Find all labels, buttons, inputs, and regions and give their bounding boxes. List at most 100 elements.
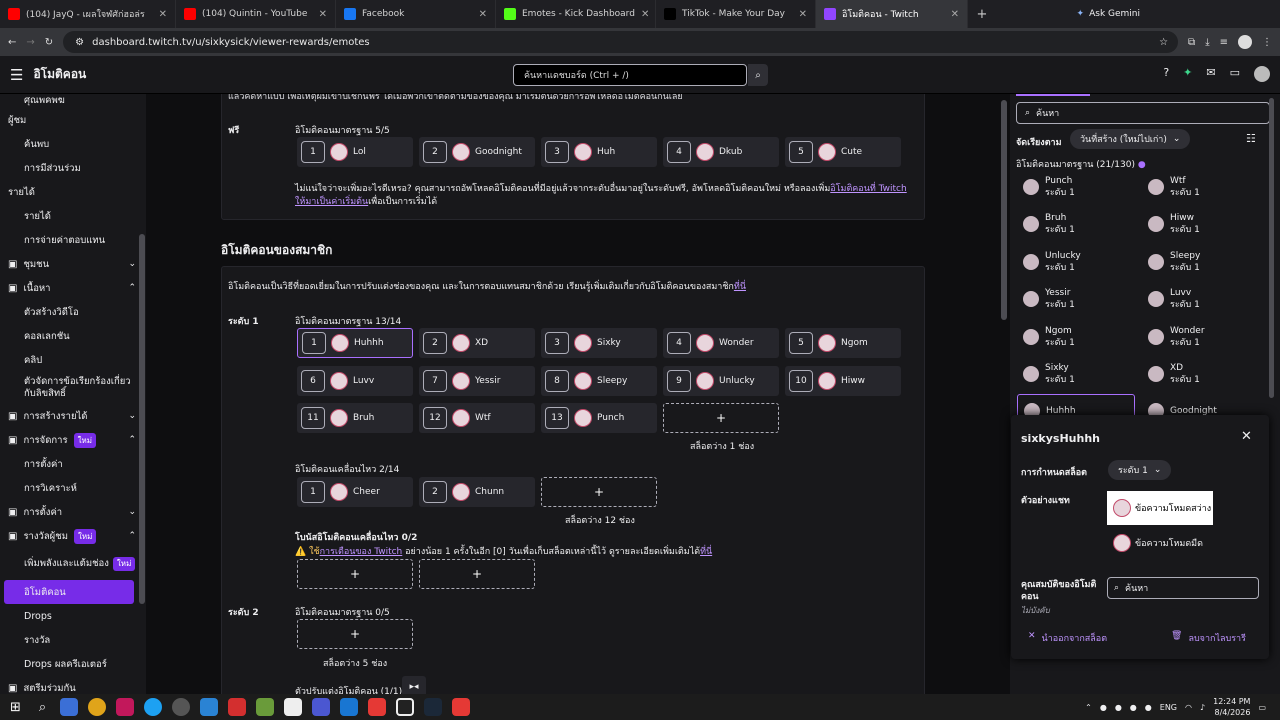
sidebar-section-4[interactable]: รายได้ [0,180,146,204]
library-emote-item[interactable]: Sixky ระดับ 1 [1017,357,1135,391]
forward-icon[interactable]: → [26,37,34,48]
twitch-alert-link[interactable]: การเตือนของ Twitch [320,547,403,557]
start-icon[interactable]: ⊞ [10,700,21,715]
library-emote-item[interactable]: Wonder ระดับ 1 [1142,320,1260,354]
tier1-emote-slot[interactable]: 13 Punch [541,403,657,433]
main-scrollbar[interactable] [1001,100,1007,320]
library-emote-item[interactable]: Punch ระดับ 1 [1017,170,1135,204]
sidebar-item-23[interactable]: Drops ผลครีเอเตอร์ [0,652,146,676]
app-icon[interactable] [452,698,471,716]
sidebar-item-9[interactable]: ตัวสร้างวิดีโอ [0,300,146,324]
app-icon[interactable] [116,698,135,716]
tier1-emote-slot[interactable]: 9 Unlucky [663,365,779,396]
library-emote-item[interactable]: Yessir ระดับ 1 [1017,282,1135,316]
library-emote-item[interactable]: Luvv ระดับ 1 [1142,282,1260,316]
download-icon[interactable]: ⤓ [1205,37,1209,48]
tier1-emote-slot[interactable]: 1 Huhhh [297,328,413,358]
sidebar-item-5[interactable]: รายได้ [0,204,146,228]
extensions-icon[interactable]: ⧉ [1188,37,1195,48]
sidebar-item-16[interactable]: การวิเคราะห์ [0,476,146,500]
ask-gemini-button[interactable]: ✦ Ask Gemini [1077,9,1140,19]
browser-tab[interactable]: อิโมติคอน - Twitch ✕ [816,0,968,28]
file-icon[interactable] [284,698,303,716]
chrome-icon[interactable] [88,698,107,716]
bonus-details-link[interactable]: ที่นี่ [700,547,712,557]
bookmark-star-icon[interactable]: ☆ [1159,37,1168,48]
volume-icon[interactable]: ♪ [1200,703,1205,712]
library-emote-item[interactable]: Hiww ระดับ 1 [1142,207,1260,241]
close-icon[interactable]: ✕ [1241,429,1252,444]
free-emote-slot[interactable]: 2 Goodnight [419,137,535,167]
bonus-empty-slot-2[interactable]: + [419,559,535,589]
close-tab-icon[interactable]: ✕ [479,9,487,20]
attributes-search-input[interactable]: ⌕ ค้นหา [1107,577,1259,599]
sidebar-item-19[interactable]: เพิ่มพลังและแต้มช่อง ใหม่ [0,548,146,580]
sidebar-item-2[interactable]: ค้นพบ [0,132,146,156]
tray-app-icon[interactable]: ● [1115,703,1122,712]
search-button[interactable]: ⌕ [748,64,768,86]
library-emote-item[interactable]: Unlucky ระดับ 1 [1017,245,1135,279]
tier1-emote-slot[interactable]: 12 Wtf [419,403,535,433]
help-icon[interactable]: ? [1163,66,1169,82]
library-emote-item[interactable]: XD ระดับ 1 [1142,357,1260,391]
back-icon[interactable]: ← [8,37,16,48]
tier1-emote-slot[interactable]: 10 Hiww [785,365,901,396]
search-icon[interactable]: ⌕ [39,700,46,715]
reload-icon[interactable]: ↻ [45,37,53,48]
free-emote-slot[interactable]: 5 Cute [785,137,901,167]
wifi-icon[interactable]: ◠ [1185,703,1192,712]
tier1-emote-slot[interactable]: 6 Luvv [297,365,413,396]
app-icon[interactable] [312,698,331,716]
close-tab-icon[interactable]: ✕ [951,9,959,20]
library-emote-item[interactable]: Ngom ระดับ 1 [1017,320,1135,354]
app-icon[interactable] [340,698,359,716]
browser-tab[interactable]: (104) JayQ - เผลใจฬศัก่ฮอล่ร ✕ [0,0,176,28]
tier1-empty-slot[interactable]: + [663,403,779,433]
learn-more-link[interactable]: ที่นี่ [734,282,746,292]
clock[interactable]: 12:24 PM 8/4/2026 [1213,696,1250,718]
tier1-emote-slot[interactable]: 8 Sleepy [541,365,657,396]
remove-from-slot-button[interactable]: ✕ นำออกจากสล็อต [1028,631,1107,645]
browser-tab[interactable]: (104) Quintin - YouTube ✕ [176,0,336,28]
browser-tab[interactable]: Emotes - Kick Dashboard ✕ [496,0,656,28]
dashboard-search-input[interactable]: ค้นหาแดชบอร์ด (Ctrl + /) [513,64,747,86]
sidebar-section-7[interactable]: ▣ ชุมชน ⌄ [0,252,146,276]
sort-dropdown[interactable]: วันที่สร้าง (ใหม่ไปเก่า) ⌄ [1070,129,1191,149]
sidebar-item-20[interactable]: อิโมติคอน [4,580,134,604]
free-emote-slot[interactable]: 3 Huh [541,137,657,167]
tier1-emote-slot[interactable]: 2 XD [419,328,535,358]
browser-tab[interactable]: TikTok - Make Your Day ✕ [656,0,816,28]
tier1-animated-emote-slot[interactable]: 2 Chunn [419,477,535,507]
free-emote-slot[interactable]: 4 Dkub [663,137,779,167]
library-search-input[interactable]: ⌕ ค้นหา [1016,102,1270,124]
close-tab-icon[interactable]: ✕ [799,9,807,20]
tier1-emote-slot[interactable]: 4 Wonder [663,328,779,358]
sidebar-item-11[interactable]: คลิป [0,348,146,372]
library-scrollbar[interactable] [1269,98,1274,398]
extensions-puzzle-icon[interactable]: ✦ [1183,66,1192,82]
sidebar-item-21[interactable]: Drops [0,604,146,628]
close-tab-icon[interactable]: ✕ [159,9,167,20]
tray-chevron-icon[interactable]: ⌃ [1085,703,1092,712]
app-icon[interactable] [256,698,275,716]
sidebar-section-13[interactable]: ▣ การสร้างรายได้ ⌄ [0,404,146,428]
inbox-icon[interactable]: ✉ [1206,66,1215,82]
tier1-animated-emote-slot[interactable]: 1 Cheer [297,477,413,507]
sidebar-item-22[interactable]: รางวัล [0,628,146,652]
sidenav-scrollbar[interactable] [139,234,145,604]
menu-icon[interactable]: ⋮ [1262,37,1272,48]
close-tab-icon[interactable]: ✕ [319,9,327,20]
sidebar-item-10[interactable]: คอลเลกชัน [0,324,146,348]
sidebar-item-15[interactable]: การตั้งค่า [0,452,146,476]
sidebar-section-14[interactable]: ▣ การจัดการ ใหม่ ⌃ [0,428,146,452]
sidebar-item-6[interactable]: การจ่ายค่าตอบแทน [0,228,146,252]
sidebar-section-17[interactable]: ▣ การตั้งค่า ⌄ [0,500,146,524]
hamburger-menu-icon[interactable]: ☰ [10,66,23,84]
steam-icon[interactable] [424,698,443,716]
sidebar-item-3[interactable]: การมีส่วนร่วม [0,156,146,180]
edge-icon[interactable] [144,698,163,716]
tray-app-icon[interactable]: ● [1130,703,1137,712]
sidebar-item-0[interactable]: ศุณพคพฆ [0,94,146,108]
sidebar-section-18[interactable]: ▣ รางวัลผู้ชม ใหม่ ⌃ [0,524,146,548]
app-icon[interactable] [200,698,219,716]
